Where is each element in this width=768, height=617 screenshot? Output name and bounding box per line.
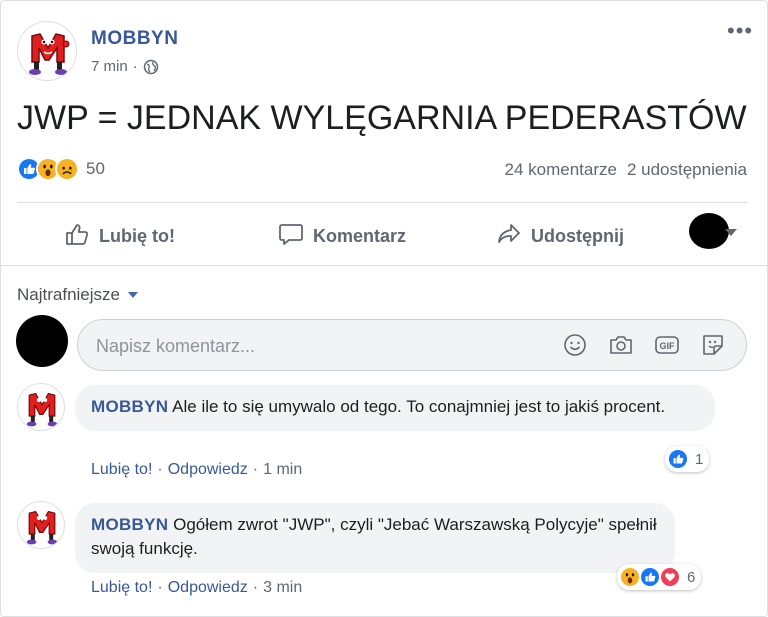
comment-actions: Lubię to! · Odpowiedz · 3 min — [91, 579, 303, 597]
chevron-down-icon[interactable] — [725, 229, 737, 236]
shares-count[interactable]: 2 udostępnienia — [627, 160, 747, 180]
reactions-summary[interactable]: 50 — [17, 157, 105, 181]
comment-reply-link[interactable]: Odpowiedz — [168, 461, 248, 479]
camera-icon[interactable] — [608, 332, 634, 358]
divider — [1, 265, 767, 266]
composer-icons: GIF — [562, 332, 726, 358]
comment-text: Ale ile to się umywalo od tego. To conaj… — [172, 397, 666, 416]
comment-author[interactable]: MOBBYN — [91, 515, 168, 534]
comment-button-label: Komentarz — [313, 226, 407, 246]
reaction-count: 50 — [86, 159, 105, 178]
comment-bubble: MOBBYN Ogółem zwrot "JWP", czyli "Jebać … — [75, 503, 675, 573]
comment-reaction-count: 1 — [695, 450, 704, 468]
more-options-icon[interactable]: ••• — [727, 20, 753, 42]
post-text: JWP = JEDNAK WYLĘGARNIA PEDERASTÓW — [17, 99, 747, 137]
comment-like-link[interactable]: Lubię to! — [91, 461, 152, 479]
post-meta: 7 min · — [91, 58, 159, 75]
like-button[interactable]: Lubię to! — [63, 220, 175, 253]
svg-text:GIF: GIF — [660, 341, 676, 351]
comment-composer: GIF — [77, 319, 747, 371]
post-card: MOBBYN 7 min · ••• JWP = JEDNAK WYLĘGARN… — [0, 0, 768, 617]
globe-icon — [143, 59, 159, 75]
gif-icon[interactable]: GIF — [654, 332, 680, 358]
like-icon — [639, 566, 661, 588]
comment-bubble-icon — [277, 220, 305, 253]
like-button-label: Lubię to! — [99, 226, 175, 246]
comment-button[interactable]: Komentarz — [277, 220, 406, 253]
chevron-down-icon — [128, 292, 138, 298]
user-avatar[interactable] — [16, 315, 68, 367]
post-time[interactable]: 7 min — [91, 58, 128, 75]
love-icon — [659, 566, 681, 588]
sticker-icon[interactable] — [700, 332, 726, 358]
sad-icon — [55, 157, 79, 181]
audience-avatar[interactable] — [689, 213, 729, 249]
comment-reactions[interactable]: 1 — [665, 446, 710, 472]
comment-sort-dropdown[interactable]: Najtrafniejsze — [17, 285, 138, 305]
comment-bubble: MOBBYN Ale ile to się umywalo od tego. T… — [75, 385, 715, 431]
divider — [17, 202, 747, 203]
page-avatar[interactable] — [17, 21, 77, 81]
comment-avatar[interactable] — [17, 383, 65, 431]
sort-label: Najtrafniejsze — [17, 285, 120, 304]
like-icon — [667, 448, 689, 470]
share-arrow-icon — [495, 220, 523, 253]
comment-author[interactable]: MOBBYN — [91, 397, 168, 416]
comment-reaction-count: 6 — [687, 568, 696, 586]
post-stats: 24 komentarze 2 udostępnienia — [505, 160, 748, 180]
comment-like-link[interactable]: Lubię to! — [91, 579, 152, 597]
comment-actions: Lubię to! · Odpowiedz · 1 min — [91, 461, 303, 479]
comment-reply-link[interactable]: Odpowiedz — [168, 579, 248, 597]
comment-time[interactable]: 3 min — [263, 579, 302, 597]
share-button[interactable]: Udostępnij — [495, 220, 624, 253]
comment-input[interactable] — [96, 333, 546, 359]
comment-time[interactable]: 1 min — [263, 461, 302, 479]
comment-avatar[interactable] — [17, 501, 65, 549]
emoji-icon[interactable] — [562, 332, 588, 358]
page-name[interactable]: MOBBYN — [91, 28, 178, 50]
action-bar: Lubię to! Komentarz Udostępnij — [17, 204, 747, 264]
thumbs-up-icon — [63, 220, 91, 253]
wow-icon — [619, 566, 641, 588]
share-button-label: Udostępnij — [531, 226, 624, 246]
comments-count[interactable]: 24 komentarze — [505, 160, 617, 180]
comment-reactions[interactable]: 6 — [617, 564, 702, 590]
comment-text: Ogółem zwrot "JWP", czyli "Jebać Warszaw… — [91, 515, 657, 558]
meta-separator: · — [132, 58, 138, 75]
